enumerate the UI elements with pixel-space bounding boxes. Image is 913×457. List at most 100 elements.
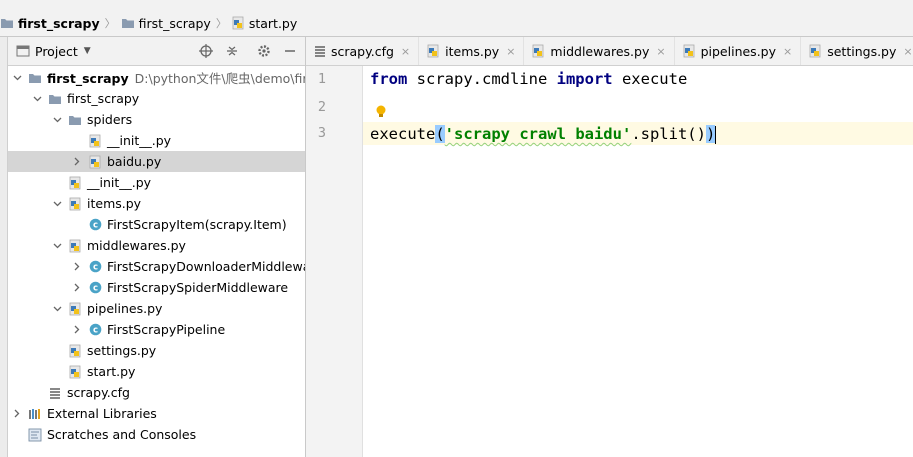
python-file-icon — [68, 239, 82, 253]
editor-gutter: 1 2 3 — [306, 66, 363, 457]
chevron-right-icon[interactable] — [72, 283, 82, 293]
svg-text:c: c — [92, 326, 97, 336]
breadcrumb: first_scrapy 〉 first_scrapy 〉 start.py — [0, 10, 913, 37]
chevron-down-icon[interactable] — [32, 94, 42, 104]
chevron-right-icon[interactable] — [72, 325, 82, 335]
python-file-icon — [88, 134, 102, 148]
module-name: scrapy.cmdline — [407, 70, 557, 88]
tree-item[interactable]: External Libraries — [8, 403, 305, 424]
tree-item-label: FirstScrapySpiderMiddleware — [107, 280, 289, 295]
project-view-selector[interactable]: Project ▼ — [16, 44, 91, 59]
editor-tab[interactable]: scrapy.cfg × — [306, 37, 420, 65]
config-file-icon — [314, 45, 331, 57]
target-icon[interactable] — [198, 43, 214, 59]
tree-item[interactable]: scrapy.cfg — [8, 382, 305, 403]
tree-item[interactable]: first_scrapy D:\python文件\爬虫\demo\first_ — [8, 67, 305, 88]
lightbulb-icon[interactable] — [375, 104, 387, 120]
close-tab-icon[interactable]: × — [506, 45, 515, 58]
close-tab-icon[interactable]: × — [656, 45, 665, 58]
svg-text:c: c — [92, 263, 97, 273]
tree-item[interactable]: c FirstScrapyDownloaderMiddleware — [8, 256, 305, 277]
editor-tab[interactable]: pipelines.py × — [675, 37, 802, 65]
code-line-3: execute('scrapy crawl baidu'.split()) — [370, 123, 717, 146]
tree-item[interactable]: baidu.py — [8, 151, 305, 172]
python-file-icon — [88, 155, 102, 169]
chevron-down-icon[interactable] — [52, 115, 62, 125]
folder-icon — [68, 113, 82, 127]
left-tool-strip[interactable] — [0, 37, 8, 457]
chevron-down-icon[interactable] — [52, 199, 62, 209]
python-file-icon — [427, 44, 445, 58]
dropdown-arrow-icon: ▼ — [83, 46, 91, 56]
breadcrumb-separator: 〉 — [215, 17, 227, 30]
chevron-down-icon[interactable] — [12, 73, 22, 83]
tree-item-label: baidu.py — [107, 154, 162, 169]
project-panel-icon — [16, 45, 30, 57]
close-tab-icon[interactable]: × — [783, 45, 792, 58]
tree-item[interactable]: settings.py — [8, 340, 305, 361]
tree-item[interactable]: c FirstScrapySpiderMiddleware — [8, 277, 305, 298]
python-file-icon — [68, 344, 82, 358]
python-file-icon — [68, 176, 82, 190]
tree-item[interactable]: c FirstScrapyItem(scrapy.Item) — [8, 214, 305, 235]
close-tab-icon[interactable]: × — [401, 45, 410, 58]
tree-item-label: pipelines.py — [87, 301, 163, 316]
editor-tab-bar: scrapy.cfg × items.py × middlewares.py × pipel… — [306, 37, 913, 66]
chevron-right-icon[interactable] — [72, 157, 82, 167]
gear-icon[interactable] — [256, 43, 272, 59]
tree-item[interactable]: first_scrapy — [8, 88, 305, 109]
folder-icon — [48, 92, 62, 106]
tree-item[interactable]: start.py — [8, 361, 305, 382]
collapse-icon[interactable] — [224, 43, 240, 59]
tree-item-label: FirstScrapyPipeline — [107, 322, 226, 337]
breadcrumb-separator: 〉 — [104, 17, 116, 30]
class-icon: c — [88, 281, 102, 295]
string-literal: 'scrapy crawl baidu' — [444, 125, 632, 143]
tree-item[interactable]: items.py — [8, 193, 305, 214]
tree-item[interactable]: Scratches and Consoles — [8, 424, 305, 445]
tree-item[interactable]: pipelines.py — [8, 298, 305, 319]
chevron-down-icon[interactable] — [52, 241, 62, 251]
chevron-right-icon[interactable] — [72, 262, 82, 272]
close-tab-icon[interactable]: × — [903, 45, 912, 58]
minimize-icon[interactable] — [282, 43, 298, 59]
code-line-1: from scrapy.cmdline import execute — [370, 68, 687, 91]
editor-tab[interactable]: middlewares.py × — [524, 37, 675, 65]
project-path: D:\python文件\爬虫\demo\first_ — [134, 71, 305, 86]
editor-tab-label: middlewares.py — [550, 43, 650, 59]
tree-item-label: spiders — [87, 112, 133, 127]
tree-item[interactable]: middlewares.py — [8, 235, 305, 256]
matched-paren-open: ( — [435, 125, 445, 143]
class-icon: c — [88, 323, 102, 337]
breadcrumb-label: first_scrapy — [18, 15, 100, 31]
tree-item-label: items.py — [87, 196, 142, 211]
scratches-icon — [28, 428, 42, 442]
project-tree: first_scrapyD:\python文件\爬虫\demo\first_fi… — [8, 66, 305, 457]
chevron-right-icon[interactable] — [12, 409, 22, 419]
breadcrumb-item-file[interactable]: start.py — [232, 16, 297, 31]
breadcrumb-item-project[interactable]: first_scrapy — [0, 16, 100, 31]
project-panel-header: Project ▼ — [8, 37, 305, 66]
editor-tab[interactable]: items.py × — [419, 37, 525, 65]
editor-tab-label: pipelines.py — [700, 43, 777, 59]
svg-text:c: c — [92, 284, 97, 294]
tree-item[interactable]: __init__.py — [8, 172, 305, 193]
tree-item[interactable]: c FirstScrapyPipeline — [8, 319, 305, 340]
python-file-icon — [68, 302, 82, 316]
python-file-icon — [809, 44, 827, 58]
folder-icon — [1, 19, 13, 28]
tree-item-label: scrapy.cfg — [67, 385, 130, 400]
breadcrumb-item-package[interactable]: first_scrapy — [121, 16, 211, 31]
python-file-icon — [683, 44, 701, 58]
tree-item[interactable]: __init__.py — [8, 130, 305, 151]
tree-item-label: first_scrapy — [47, 71, 129, 86]
svg-text:c: c — [92, 221, 97, 231]
editor-tab[interactable]: settings.py × — [801, 37, 913, 65]
tree-item-label: middlewares.py — [87, 238, 186, 253]
tree-item-label: start.py — [87, 364, 136, 379]
tree-item[interactable]: spiders — [8, 109, 305, 130]
chevron-down-icon[interactable] — [52, 304, 62, 314]
class-icon: c — [88, 260, 102, 274]
tree-item-label: FirstScrapyItem(scrapy.Item) — [107, 217, 287, 232]
code-editor[interactable]: from scrapy.cmdline import execute execu… — [363, 66, 913, 457]
